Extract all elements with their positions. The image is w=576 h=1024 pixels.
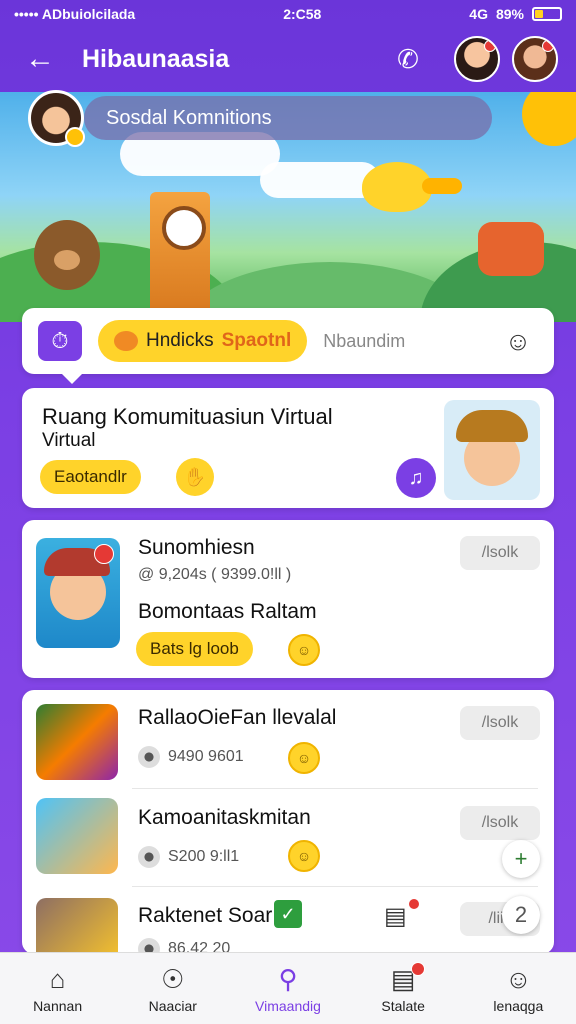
bird-illustration xyxy=(362,162,462,212)
thumbs-up-icon: ✋ xyxy=(183,466,207,487)
community-label: Sosdal Komnitions xyxy=(106,106,272,129)
item-thumbnail xyxy=(36,704,118,780)
user-icon: ☺ xyxy=(505,963,532,994)
carrier-text: ••••• ADbuiolcilada xyxy=(14,6,136,22)
item-meta: S200 9:ll1 xyxy=(138,846,239,868)
home-icon: ⌂ xyxy=(49,963,66,994)
counter-button[interactable]: 2 xyxy=(502,896,540,934)
item-title: Sunomhiesn xyxy=(138,536,255,559)
sun-illustration xyxy=(522,92,576,146)
compass-icon: ☉ xyxy=(161,963,185,994)
featured-title: Ruang Komumituasiun Virtual xyxy=(42,404,333,429)
add-button[interactable]: + xyxy=(502,840,540,878)
thumbs-up-button[interactable]: ✋ xyxy=(176,458,214,496)
character-hat xyxy=(456,410,528,442)
contact-avatar-2[interactable] xyxy=(512,36,558,82)
battery-percent: 89% xyxy=(495,6,524,22)
tab-active[interactable]: Hndicks Spaotnl xyxy=(98,320,308,362)
smile-icon[interactable]: ☺ xyxy=(288,840,320,872)
list-group: RallaoOieFan llevalal 9490 9601 ☺ /lsolk… xyxy=(22,690,554,954)
tab-bar: ⏱ Hndicks Spaotnl Nbaundim ☺ xyxy=(22,308,554,384)
nav-label: Stalate xyxy=(381,997,425,1014)
nav-label: Vimaandig xyxy=(255,997,321,1014)
notification-badge xyxy=(411,961,426,976)
notification-badge xyxy=(542,40,554,52)
checkmark-icon: ✓ xyxy=(274,900,302,928)
clock-tower-illustration xyxy=(150,192,210,312)
music-button[interactable]: ♫ xyxy=(396,458,436,498)
contact-avatar-1[interactable] xyxy=(454,36,500,82)
item-meta-text: 9490 9601 xyxy=(168,748,244,765)
tab-inactive[interactable]: Nbaundim xyxy=(323,331,482,352)
item-meta: 9490 9601 xyxy=(138,746,244,768)
music-note-icon: ♫ xyxy=(408,466,424,489)
user-button[interactable]: ☺ xyxy=(498,321,538,361)
notification-badge xyxy=(408,898,420,910)
notification-badge xyxy=(484,40,496,52)
item-meta-text: S200 9:ll1 xyxy=(168,848,240,865)
bottom-navigation: ⌂ Nannan ☉ Naaciar ⚲ Vimaandig ▤ Stalate… xyxy=(0,952,576,1024)
item-thumbnail xyxy=(36,798,118,874)
phone-icon: ✆ xyxy=(397,43,419,74)
item-secondary-button[interactable]: /lsolk xyxy=(460,806,540,840)
community-header-pill[interactable]: Sosdal Komnitions xyxy=(84,96,492,140)
nav-item-search[interactable]: ⚲ Vimaandig xyxy=(238,964,338,1014)
call-button[interactable]: ✆ xyxy=(388,39,428,79)
disc-icon xyxy=(138,846,160,868)
nav-item-chat[interactable]: ▤ Stalate xyxy=(353,961,453,1014)
arrow-left-icon: ← xyxy=(25,42,55,75)
robot-illustration xyxy=(478,222,544,276)
back-button[interactable]: ← xyxy=(18,37,62,81)
piggy-icon xyxy=(114,331,138,351)
list-item[interactable]: Sunomhiesn @ 9,204s ( 9399.0!ll ) Bomont… xyxy=(22,520,554,678)
item-title: RallaoOieFan llevalal xyxy=(138,706,337,729)
tab-active-label: Hndicks xyxy=(146,330,214,351)
featured-action-button[interactable]: Eaotandlr xyxy=(40,460,141,494)
smile-icon[interactable]: ☺ xyxy=(288,634,320,666)
divider xyxy=(132,788,538,789)
signal-text: 4G xyxy=(469,6,488,22)
status-right: 4G 89% xyxy=(469,6,562,22)
nav-label: lenaqga xyxy=(493,997,544,1014)
user-icon: ☺ xyxy=(504,325,532,356)
tab-active-highlight: Spaotnl xyxy=(221,330,292,351)
item-thumbnail xyxy=(36,898,118,954)
timer-icon: ⏱ xyxy=(51,328,69,353)
battery-icon xyxy=(532,7,562,21)
featured-card[interactable]: Ruang Komumituasiun Virtual Virtual Eaot… xyxy=(22,388,554,508)
timer-button[interactable]: ⏱ xyxy=(38,321,82,361)
page-title: Hibaunaasia xyxy=(82,44,230,73)
search-icon: ⚲ xyxy=(278,963,298,994)
nav-label: Naaciar xyxy=(148,997,197,1014)
featured-character-image xyxy=(444,400,540,500)
clock-text: 2:C58 xyxy=(283,6,322,22)
item-thumbnail xyxy=(36,538,120,648)
item-subtitle: Bomontaas Raltam xyxy=(138,600,317,623)
nav-item-explore[interactable]: ☉ Naaciar xyxy=(123,964,223,1014)
coin-icon xyxy=(65,127,85,147)
nav-label: Nannan xyxy=(33,997,83,1014)
item-secondary-button[interactable]: /lsolk xyxy=(460,536,540,570)
nav-item-home[interactable]: ⌂ Nannan xyxy=(8,964,108,1014)
featured-subtitle: Virtual xyxy=(42,430,96,451)
bear-illustration xyxy=(34,220,100,290)
item-secondary-button[interactable]: /lsolk xyxy=(460,706,540,740)
item-action-button[interactable]: Bats lg loob xyxy=(136,632,253,666)
nav-item-profile[interactable]: ☺ lenaqga xyxy=(468,964,568,1014)
smile-icon[interactable]: ☺ xyxy=(288,742,320,774)
item-meta: @ 9,204s ( 9399.0!ll ) xyxy=(138,566,292,583)
divider xyxy=(132,886,538,887)
profile-avatar[interactable] xyxy=(28,90,85,147)
item-title: Kamoanitaskmitan xyxy=(138,806,311,829)
disc-icon xyxy=(138,746,160,768)
notification-badge xyxy=(94,544,114,564)
item-title: Raktenet Soar xyxy=(138,904,273,927)
app-header: ← Hibaunaasia ✆ xyxy=(0,30,576,88)
status-bar: ••••• ADbuiolcilada 2:C58 4G 89% xyxy=(0,0,576,28)
